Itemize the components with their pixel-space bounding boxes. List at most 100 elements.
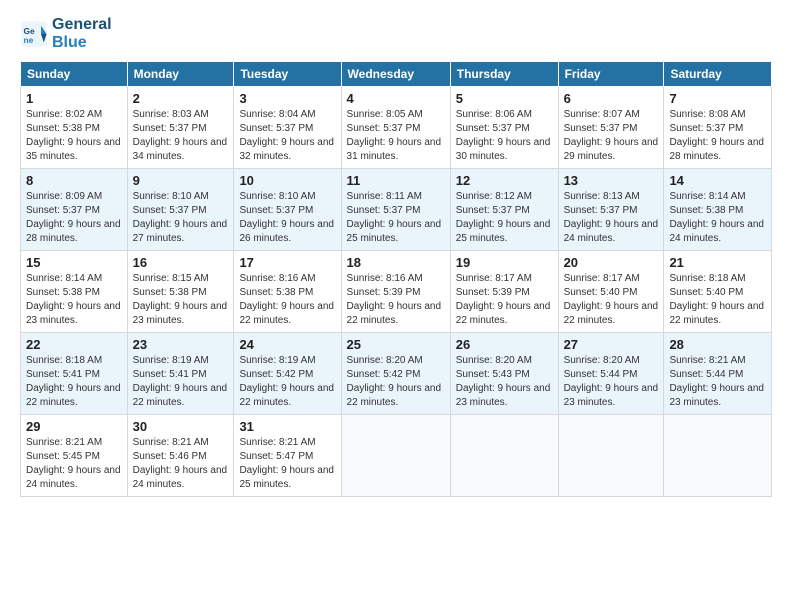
weekday-header-monday: Monday	[127, 62, 234, 87]
sunset-label: Sunset: 5:37 PM	[133, 123, 207, 134]
day-info: Sunrise: 8:12 AM Sunset: 5:37 PM Dayligh…	[456, 190, 553, 246]
calendar-day-5: 5 Sunrise: 8:06 AM Sunset: 5:37 PM Dayli…	[450, 87, 558, 169]
day-number: 17	[239, 255, 335, 270]
sunset-label: Sunset: 5:40 PM	[564, 287, 638, 298]
day-number: 12	[456, 173, 553, 188]
calendar-day-27: 27 Sunrise: 8:20 AM Sunset: 5:44 PM Dayl…	[558, 333, 664, 415]
daylight-label: Daylight: 9 hours and 23 minutes.	[669, 383, 764, 408]
sunrise-label: Sunrise: 8:19 AM	[239, 355, 315, 366]
sunset-label: Sunset: 5:42 PM	[239, 369, 313, 380]
sunrise-label: Sunrise: 8:21 AM	[133, 437, 209, 448]
calendar-day-1: 1 Sunrise: 8:02 AM Sunset: 5:38 PM Dayli…	[21, 87, 128, 169]
day-number: 21	[669, 255, 766, 270]
day-info: Sunrise: 8:08 AM Sunset: 5:37 PM Dayligh…	[669, 108, 766, 164]
sunset-label: Sunset: 5:37 PM	[564, 123, 638, 134]
calendar-day-22: 22 Sunrise: 8:18 AM Sunset: 5:41 PM Dayl…	[21, 333, 128, 415]
sunrise-label: Sunrise: 8:02 AM	[26, 109, 102, 120]
svg-text:ne: ne	[24, 35, 34, 45]
calendar-day-14: 14 Sunrise: 8:14 AM Sunset: 5:38 PM Dayl…	[664, 169, 772, 251]
day-info: Sunrise: 8:16 AM Sunset: 5:39 PM Dayligh…	[347, 272, 445, 328]
day-number: 29	[26, 419, 122, 434]
day-info: Sunrise: 8:09 AM Sunset: 5:37 PM Dayligh…	[26, 190, 122, 246]
sunrise-label: Sunrise: 8:11 AM	[347, 191, 422, 202]
weekday-header-sunday: Sunday	[21, 62, 128, 87]
header: Ge ne General Blue	[20, 16, 772, 51]
day-info: Sunrise: 8:07 AM Sunset: 5:37 PM Dayligh…	[564, 108, 659, 164]
logo-line1: General	[52, 16, 112, 34]
day-number: 31	[239, 419, 335, 434]
day-info: Sunrise: 8:20 AM Sunset: 5:42 PM Dayligh…	[347, 354, 445, 410]
daylight-label: Daylight: 9 hours and 25 minutes.	[239, 465, 334, 490]
calendar-day-19: 19 Sunrise: 8:17 AM Sunset: 5:39 PM Dayl…	[450, 251, 558, 333]
daylight-label: Daylight: 9 hours and 22 minutes.	[239, 383, 334, 408]
daylight-label: Daylight: 9 hours and 22 minutes.	[564, 301, 659, 326]
daylight-label: Daylight: 9 hours and 22 minutes.	[347, 301, 442, 326]
daylight-label: Daylight: 9 hours and 22 minutes.	[347, 383, 442, 408]
sunrise-label: Sunrise: 8:21 AM	[239, 437, 315, 448]
day-number: 14	[669, 173, 766, 188]
calendar-week-row: 29 Sunrise: 8:21 AM Sunset: 5:45 PM Dayl…	[21, 415, 772, 497]
day-number: 1	[26, 91, 122, 106]
sunrise-label: Sunrise: 8:16 AM	[347, 273, 423, 284]
sunset-label: Sunset: 5:38 PM	[26, 287, 100, 298]
sunrise-label: Sunrise: 8:12 AM	[456, 191, 532, 202]
calendar-day-3: 3 Sunrise: 8:04 AM Sunset: 5:37 PM Dayli…	[234, 87, 341, 169]
day-number: 16	[133, 255, 229, 270]
sunset-label: Sunset: 5:46 PM	[133, 451, 207, 462]
logo: Ge ne General Blue	[20, 16, 112, 51]
main-container: Ge ne General Blue SundayMondayTuesdayWe…	[0, 0, 792, 507]
day-info: Sunrise: 8:19 AM Sunset: 5:42 PM Dayligh…	[239, 354, 335, 410]
calendar-day-9: 9 Sunrise: 8:10 AM Sunset: 5:37 PM Dayli…	[127, 169, 234, 251]
daylight-label: Daylight: 9 hours and 28 minutes.	[26, 219, 121, 244]
sunset-label: Sunset: 5:41 PM	[26, 369, 100, 380]
calendar-day-13: 13 Sunrise: 8:13 AM Sunset: 5:37 PM Dayl…	[558, 169, 664, 251]
daylight-label: Daylight: 9 hours and 24 minutes.	[133, 465, 228, 490]
sunrise-label: Sunrise: 8:16 AM	[239, 273, 315, 284]
sunrise-label: Sunrise: 8:18 AM	[669, 273, 745, 284]
sunset-label: Sunset: 5:37 PM	[347, 123, 421, 134]
sunset-label: Sunset: 5:42 PM	[347, 369, 421, 380]
daylight-label: Daylight: 9 hours and 22 minutes.	[26, 383, 121, 408]
daylight-label: Daylight: 9 hours and 26 minutes.	[239, 219, 334, 244]
day-info: Sunrise: 8:21 AM Sunset: 5:45 PM Dayligh…	[26, 436, 122, 492]
weekday-header-row: SundayMondayTuesdayWednesdayThursdayFrid…	[21, 62, 772, 87]
day-info: Sunrise: 8:21 AM Sunset: 5:47 PM Dayligh…	[239, 436, 335, 492]
sunset-label: Sunset: 5:40 PM	[669, 287, 743, 298]
sunset-label: Sunset: 5:38 PM	[133, 287, 207, 298]
sunrise-label: Sunrise: 8:14 AM	[669, 191, 745, 202]
empty-day-cell	[664, 415, 772, 497]
sunset-label: Sunset: 5:37 PM	[239, 123, 313, 134]
day-number: 9	[133, 173, 229, 188]
day-info: Sunrise: 8:14 AM Sunset: 5:38 PM Dayligh…	[26, 272, 122, 328]
calendar-day-26: 26 Sunrise: 8:20 AM Sunset: 5:43 PM Dayl…	[450, 333, 558, 415]
day-number: 25	[347, 337, 445, 352]
day-info: Sunrise: 8:15 AM Sunset: 5:38 PM Dayligh…	[133, 272, 229, 328]
sunset-label: Sunset: 5:38 PM	[26, 123, 100, 134]
sunrise-label: Sunrise: 8:21 AM	[26, 437, 102, 448]
sunrise-label: Sunrise: 8:15 AM	[133, 273, 209, 284]
calendar-day-11: 11 Sunrise: 8:11 AM Sunset: 5:37 PM Dayl…	[341, 169, 450, 251]
daylight-label: Daylight: 9 hours and 22 minutes.	[133, 383, 228, 408]
calendar-day-20: 20 Sunrise: 8:17 AM Sunset: 5:40 PM Dayl…	[558, 251, 664, 333]
day-info: Sunrise: 8:16 AM Sunset: 5:38 PM Dayligh…	[239, 272, 335, 328]
day-info: Sunrise: 8:05 AM Sunset: 5:37 PM Dayligh…	[347, 108, 445, 164]
calendar-day-16: 16 Sunrise: 8:15 AM Sunset: 5:38 PM Dayl…	[127, 251, 234, 333]
day-info: Sunrise: 8:19 AM Sunset: 5:41 PM Dayligh…	[133, 354, 229, 410]
day-info: Sunrise: 8:06 AM Sunset: 5:37 PM Dayligh…	[456, 108, 553, 164]
sunset-label: Sunset: 5:37 PM	[133, 205, 207, 216]
sunrise-label: Sunrise: 8:17 AM	[564, 273, 640, 284]
sunrise-label: Sunrise: 8:10 AM	[239, 191, 315, 202]
calendar-day-10: 10 Sunrise: 8:10 AM Sunset: 5:37 PM Dayl…	[234, 169, 341, 251]
daylight-label: Daylight: 9 hours and 23 minutes.	[456, 383, 551, 408]
daylight-label: Daylight: 9 hours and 27 minutes.	[133, 219, 228, 244]
daylight-label: Daylight: 9 hours and 22 minutes.	[239, 301, 334, 326]
sunset-label: Sunset: 5:47 PM	[239, 451, 313, 462]
sunrise-label: Sunrise: 8:14 AM	[26, 273, 102, 284]
sunrise-label: Sunrise: 8:20 AM	[456, 355, 532, 366]
calendar-day-2: 2 Sunrise: 8:03 AM Sunset: 5:37 PM Dayli…	[127, 87, 234, 169]
daylight-label: Daylight: 9 hours and 24 minutes.	[26, 465, 121, 490]
day-number: 22	[26, 337, 122, 352]
weekday-header-saturday: Saturday	[664, 62, 772, 87]
calendar-week-row: 22 Sunrise: 8:18 AM Sunset: 5:41 PM Dayl…	[21, 333, 772, 415]
daylight-label: Daylight: 9 hours and 22 minutes.	[456, 301, 551, 326]
